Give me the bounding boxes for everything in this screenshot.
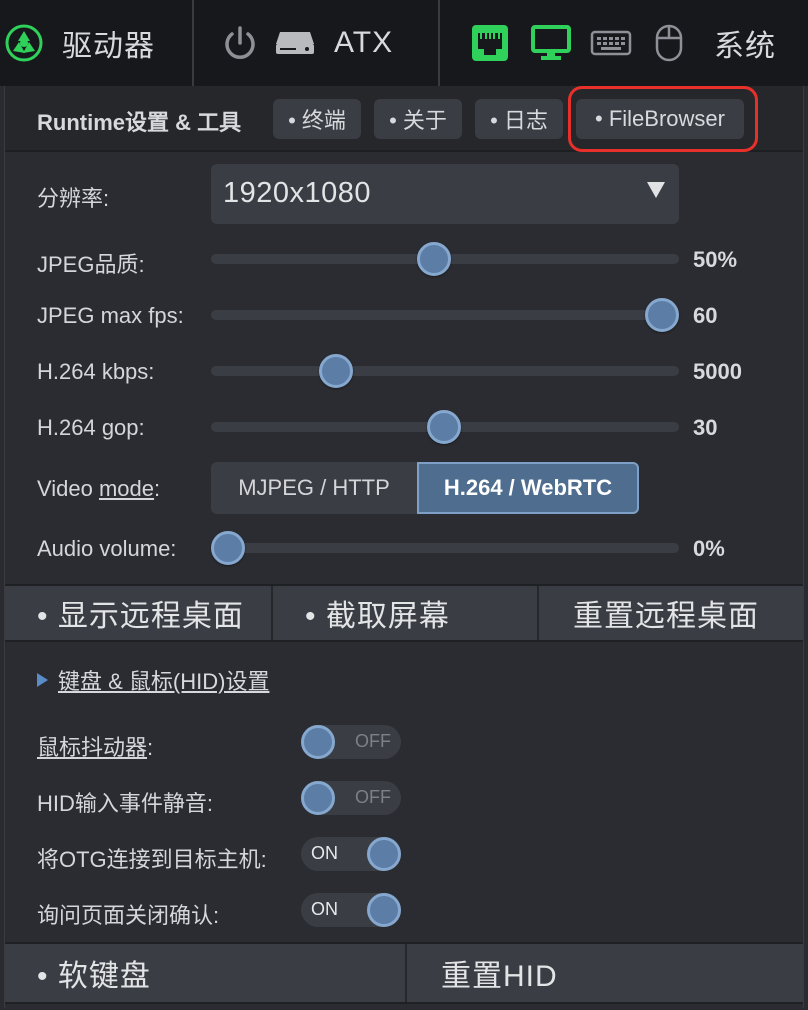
- panel-header: Runtime设置 & 工具 • 终端 • 关于 • 日志 • FileBrow…: [5, 86, 803, 152]
- menu-drive-label: 驱动器: [62, 30, 155, 63]
- h264-gop-value: 30: [693, 415, 718, 440]
- toggle-knob: [367, 837, 401, 871]
- audio-volume-value: 0%: [693, 536, 725, 561]
- drive-logo-icon: [4, 23, 44, 63]
- filebrowser-highlight-outline: [568, 86, 758, 152]
- video-mode-switch: MJPEG / HTTP H.264 / WebRTC: [211, 462, 639, 514]
- hid-mute-label: HID输入事件静音:: [37, 791, 214, 816]
- slider-thumb[interactable]: [427, 410, 462, 444]
- slider-thumb[interactable]: [417, 242, 452, 276]
- mouse-jiggler-toggle[interactable]: OFF: [301, 725, 401, 759]
- jpeg-quality-value: 50%: [693, 247, 738, 272]
- audio-volume-slider[interactable]: [210, 531, 679, 565]
- mouse-jiggler-colon: :: [147, 735, 154, 760]
- h264-kbps-slider[interactable]: [211, 354, 679, 388]
- log-button[interactable]: • 日志: [475, 99, 563, 139]
- toggle-knob: [301, 725, 335, 759]
- hid-settings-toggle[interactable]: 键盘 & 鼠标(HID)设置: [37, 664, 269, 696]
- jpeg-fps-slider[interactable]: [211, 298, 679, 332]
- toggle-state: OFF: [355, 731, 391, 751]
- toggle-knob: [367, 893, 401, 927]
- video-mode-label-text: Video: [37, 476, 99, 501]
- resolution-value: 1920x1080: [223, 177, 372, 209]
- monitor-icon[interactable]: [530, 23, 572, 63]
- mouse-icon[interactable]: [654, 23, 684, 63]
- jpeg-quality-label: JPEG品质:: [37, 252, 145, 277]
- menu-system[interactable]: 系统: [440, 0, 808, 86]
- mouse-jiggler-label: 鼠标抖动器:: [37, 730, 153, 762]
- network-icon[interactable]: [470, 23, 510, 63]
- resolution-label: 分辨率:: [37, 186, 110, 211]
- slider-track: [211, 543, 679, 553]
- server-icon: [274, 26, 316, 60]
- slider-thumb[interactable]: [318, 354, 353, 388]
- close-confirm-toggle[interactable]: ON: [301, 893, 401, 927]
- close-confirm-label: 询问页面关闭确认:: [37, 903, 220, 928]
- reset-hid-button[interactable]: 重置HID: [407, 944, 803, 1002]
- otg-connect-toggle[interactable]: ON: [301, 837, 401, 871]
- hid-settings-heading: 键盘 & 鼠标(HID)设置: [58, 669, 270, 694]
- jpeg-quality-slider[interactable]: [211, 242, 679, 276]
- hid-mute-toggle[interactable]: OFF: [301, 781, 401, 815]
- power-icon: [220, 23, 260, 63]
- menu-atx[interactable]: ATX: [194, 0, 440, 86]
- about-button[interactable]: • 关于: [374, 99, 462, 139]
- jpeg-fps-label: JPEG max fps:: [37, 303, 184, 328]
- slider-track: [211, 310, 679, 320]
- video-mode-link[interactable]: mode: [99, 476, 154, 501]
- slider-thumb[interactable]: [210, 531, 245, 565]
- runtime-settings-panel: Runtime设置 & 工具 • 终端 • 关于 • 日志 • FileBrow…: [4, 86, 804, 1008]
- stream-actions-bar: • 显示远程桌面 • 截取屏幕 重置远程桌面: [5, 584, 803, 642]
- otg-connect-label: 将OTG连接到目标主机:: [37, 847, 267, 872]
- slider-track: [211, 366, 679, 376]
- menu-atx-label: ATX: [334, 26, 394, 59]
- toggle-state: ON: [311, 899, 338, 919]
- h264-kbps-value: 5000: [693, 359, 742, 384]
- menu-system-label: 系统: [714, 30, 776, 63]
- mjpeg-option[interactable]: MJPEG / HTTP: [211, 462, 417, 514]
- terminal-button[interactable]: • 终端: [273, 99, 361, 139]
- toggle-knob: [301, 781, 335, 815]
- chevron-down-icon: [647, 182, 665, 198]
- video-mode-label: Video mode:: [37, 476, 160, 502]
- audio-volume-label: Audio volume:: [37, 536, 177, 561]
- h264-kbps-label: H.264 kbps:: [37, 359, 155, 384]
- h264-gop-label: H.264 gop:: [37, 415, 145, 440]
- toggle-state: OFF: [355, 787, 391, 807]
- hid-actions-bar: • 软键盘 重置HID: [5, 942, 803, 1004]
- reset-remote-desktop-button[interactable]: 重置远程桌面: [539, 586, 803, 640]
- panel-title: Runtime设置 & 工具: [37, 110, 242, 135]
- toggle-state: ON: [311, 843, 338, 863]
- triangle-right-icon: [37, 673, 48, 687]
- show-remote-desktop-button[interactable]: • 显示远程桌面: [5, 586, 273, 640]
- screenshot-button[interactable]: • 截取屏幕: [273, 586, 539, 640]
- slider-thumb[interactable]: [644, 298, 679, 332]
- resolution-select[interactable]: 1920x1080: [211, 164, 679, 224]
- soft-keyboard-button[interactable]: • 软键盘: [5, 944, 407, 1002]
- menu-drive[interactable]: 驱动器: [0, 0, 194, 86]
- jpeg-fps-value: 60: [693, 303, 718, 328]
- keyboard-icon[interactable]: [590, 28, 632, 58]
- h264-gop-slider[interactable]: [211, 410, 679, 444]
- h264-option[interactable]: H.264 / WebRTC: [417, 462, 639, 514]
- top-menu-bar: 驱动器 ATX 系统: [0, 0, 808, 86]
- mouse-jiggler-link[interactable]: 鼠标抖动器: [37, 735, 147, 760]
- video-mode-label-colon: :: [154, 476, 161, 501]
